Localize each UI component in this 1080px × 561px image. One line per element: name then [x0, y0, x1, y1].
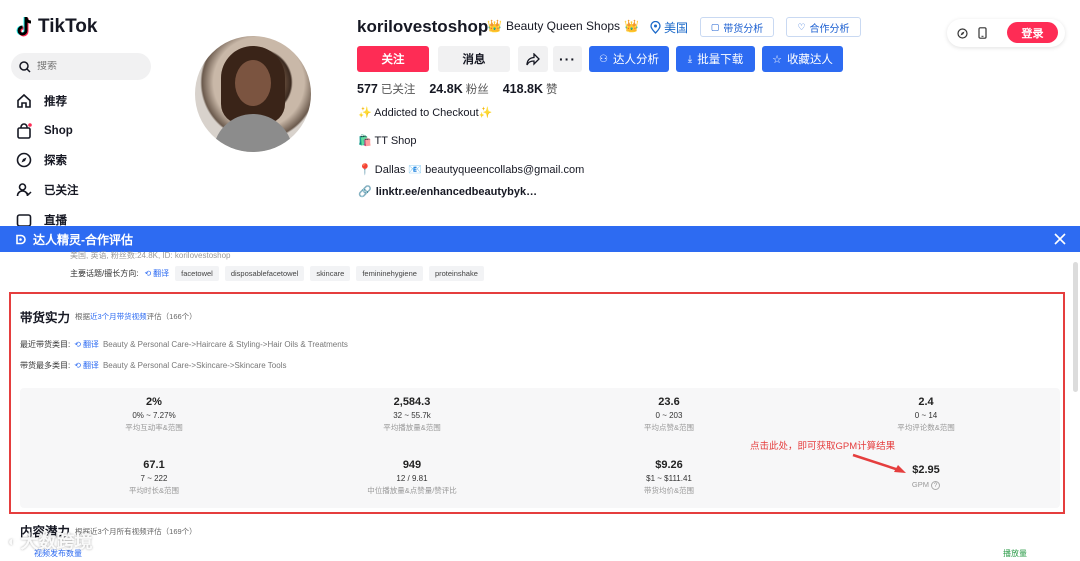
gpm-annotation: 点击此处，即可获取GPM计算结果 — [750, 441, 896, 452]
sidebar-item-recommend[interactable]: 推荐 — [16, 91, 67, 111]
sidebar-item-label: 探索 — [44, 155, 67, 167]
translate-button[interactable]: ⟲ 翻译 — [74, 339, 99, 350]
phone-icon[interactable] — [978, 27, 987, 39]
location-pin-icon — [650, 21, 661, 34]
search-icon — [19, 60, 31, 73]
translate-button[interactable]: ⟲ 翻译 — [144, 268, 169, 279]
more-button[interactable]: ··· — [553, 46, 582, 72]
following-user-icon — [16, 183, 32, 197]
recent-category-line: 最近带货类目: ⟲ 翻译 Beauty & Personal Care->Hair… — [20, 339, 348, 350]
topic-chip[interactable]: facetowel — [175, 266, 219, 281]
stat-followers[interactable]: 24.8K 粉丝 — [429, 81, 488, 97]
translate-icon: ⟲ — [74, 361, 81, 370]
sidebar-item-label: 已关注 — [44, 185, 79, 197]
brand-name: TikTok — [38, 16, 98, 37]
more-dots-icon: ··· — [559, 51, 576, 67]
profile-username: korilovestoshop — [357, 17, 489, 36]
heart-icon: ♡ — [797, 21, 806, 32]
shop-bag-icon — [17, 123, 32, 139]
topic-chip[interactable]: disposablefacetowel — [224, 266, 305, 281]
compass-small-icon[interactable] — [957, 27, 968, 39]
sidebar-item-label: 推荐 — [44, 96, 67, 108]
stat-following[interactable]: 577 已关注 — [357, 81, 415, 97]
compass-icon — [16, 152, 32, 168]
most-category-value: Beauty & Personal Care->Skincare->Skinca… — [102, 361, 287, 370]
search-input[interactable] — [37, 61, 137, 72]
bio-line: 🛍️ TT Shop — [358, 135, 417, 147]
bio-line: 📍 Dallas 📧 beautyqueencollabs@gmail.com — [358, 164, 585, 176]
stat-likes: 418.8K 赞 — [502, 82, 558, 96]
metric-likes: 23.6 0 ~ 203 平均点赞&范围 — [643, 396, 694, 432]
share-button[interactable] — [518, 46, 548, 72]
close-icon[interactable] — [1052, 231, 1068, 247]
sidebar-item-label: Shop — [44, 125, 73, 137]
panel-header: 达人精灵-合作评估 — [0, 226, 1080, 252]
topic-label: 主要话题/擅长方向: — [70, 269, 139, 278]
most-category-line: 带货最多类目: ⟲ 翻译 Beauty & Personal Care->Skin… — [20, 360, 287, 371]
recent-videos-link[interactable]: 近3个月带货视频 — [90, 312, 147, 321]
topic-chip[interactable]: femininehygiene — [356, 266, 423, 281]
sidebar-item-shop[interactable]: Shop — [16, 121, 73, 141]
creator-analysis-button[interactable]: ⚇ 达人分析 — [589, 46, 669, 72]
region-label: 美国 — [664, 21, 689, 35]
content-section-subtitle: 根据近3个月所有视频评估（169个） — [75, 527, 197, 536]
watermark: ◐ 大数跨境 — [8, 532, 93, 552]
region-tag: 美国 — [650, 19, 688, 36]
topic-row: 主要话题/擅长方向: ⟲ 翻译 facetowel disposablefacet… — [70, 266, 484, 281]
sidebar-item-following[interactable]: 已关注 — [16, 180, 79, 200]
bio-line: ✨ Addicted to Checkout✨ — [358, 107, 493, 119]
panel-scrollbar[interactable] — [1073, 262, 1078, 392]
search-box[interactable] — [11, 53, 151, 80]
annotation-arrow-icon — [852, 453, 906, 473]
download-icon: ⤓ — [687, 53, 693, 65]
collect-creator-button[interactable]: ☆ 收藏达人 — [762, 46, 843, 72]
views-tab[interactable]: 播放量 — [1003, 548, 1027, 559]
user-analysis-icon: ⚇ — [599, 53, 608, 65]
star-icon: ☆ — [772, 53, 782, 66]
recent-category-value: Beauty & Personal Care->Haircare & Styli… — [102, 340, 348, 349]
avatar — [195, 36, 311, 152]
crown-icon: 👑 — [624, 19, 639, 33]
translate-icon: ⟲ — [144, 269, 152, 278]
share-arrow-icon — [526, 52, 540, 66]
sidebar-item-explore[interactable]: 探索 — [16, 150, 67, 170]
home-icon — [17, 93, 31, 108]
shop-badge-label: Beauty Queen Shops — [505, 19, 621, 33]
login-button[interactable]: 登录 — [1007, 22, 1058, 43]
topic-chip[interactable]: proteinshake — [428, 266, 484, 281]
profile-link[interactable]: 🔗 linktr.ee/enhancedbeautybyk… — [358, 185, 537, 199]
metric-views: 2,584.3 32 ~ 55.7k 平均播放量&范围 — [383, 396, 441, 432]
cooperation-analysis-button[interactable]: ♡ 合作分析 — [786, 17, 861, 37]
link-icon: 🔗 — [358, 186, 372, 198]
metrics-grid: 2% 0% ~ 7.27% 平均互动率&范围 2,584.3 32 ~ 55.7k 平均… — [20, 388, 1060, 508]
sprite-logo-icon — [16, 234, 26, 244]
sales-analysis-button[interactable]: ▢ 带货分析 — [700, 17, 774, 37]
metric-engagement: 2% 0% ~ 7.27% 平均互动率&范围 — [125, 396, 183, 432]
topic-chip[interactable]: skincare — [310, 266, 351, 281]
help-icon[interactable]: ? — [931, 481, 941, 490]
follow-button[interactable]: 关注 — [357, 46, 429, 72]
translate-icon: ⟲ — [74, 340, 81, 349]
metric-avg-price: $9.26 $1 ~ $111.41 带货均价&范围 — [643, 459, 694, 495]
creator-meta: 美国, 英语, 粉丝数:24.8K, ID: korilovestoshop — [70, 251, 231, 260]
crown-icon: 👑 — [487, 19, 502, 33]
metric-comments: 2.4 0 ~ 14 平均评论数&范围 — [897, 396, 955, 432]
metric-duration: 67.1 7 ~ 222 平均时长&范围 — [128, 459, 179, 495]
shop-badge[interactable]: 👑 Beauty Queen Shops 👑 — [487, 19, 639, 33]
profile-stats: 577 已关注 24.8K 粉丝 418.8K 赞 — [357, 81, 558, 97]
sales-section-title: 带货实力 — [20, 311, 71, 325]
metric-median-views: 949 12 / 9.81 中位播放量&点赞量/赞评比 — [367, 459, 457, 495]
tiktok-note-icon — [16, 16, 32, 37]
panel-title: 达人精灵-合作评估 — [33, 232, 133, 247]
message-button[interactable]: 消息 — [438, 46, 510, 72]
translate-button[interactable]: ⟲ 翻译 — [74, 360, 99, 371]
bag-icon: ▢ — [710, 21, 720, 32]
batch-download-button[interactable]: ⤓ 批量下载 — [676, 46, 755, 72]
watermark-logo-icon: ◐ — [8, 533, 17, 549]
sales-section-subtitle: 根据近3个月带货视频评估（166个） — [75, 312, 197, 321]
tiktok-logo[interactable]: TikTok — [16, 16, 97, 38]
